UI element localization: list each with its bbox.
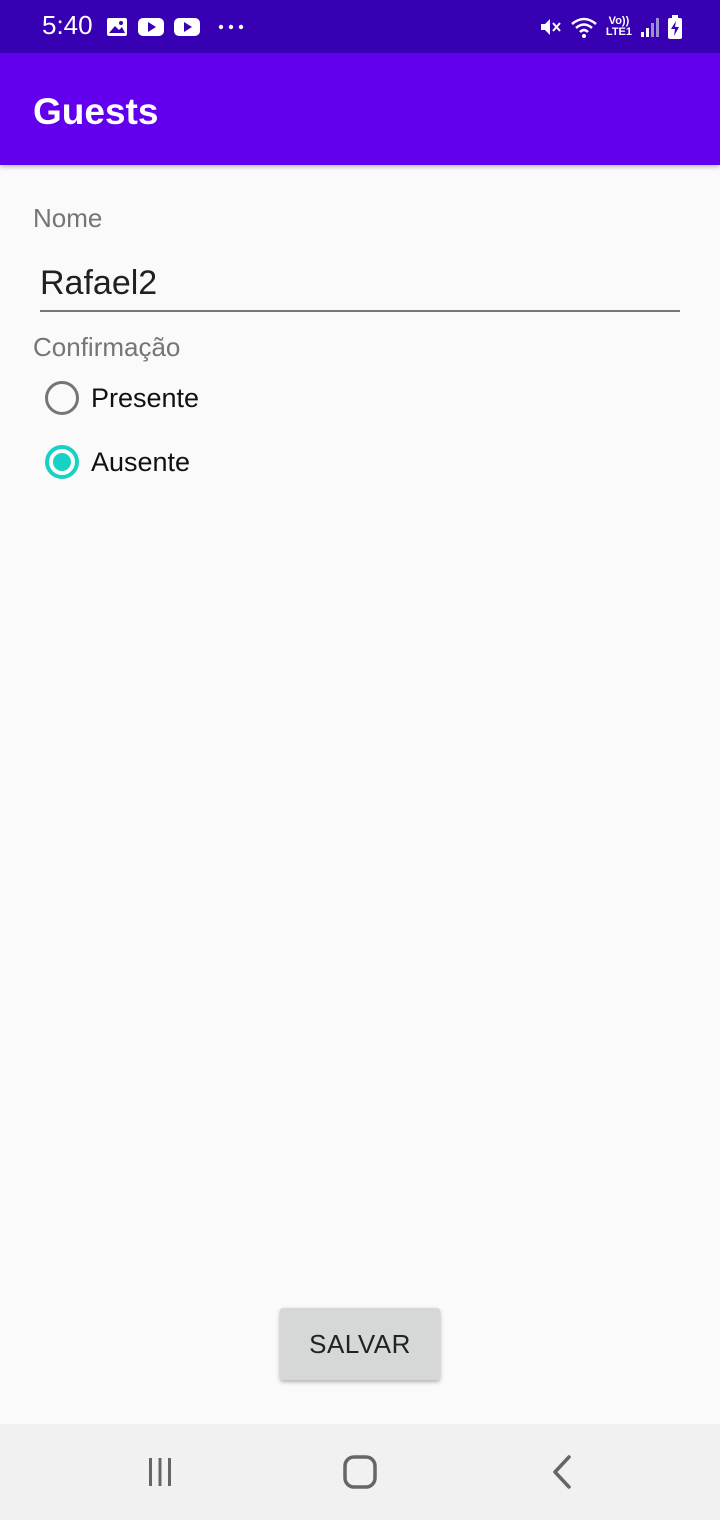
navigation-bar: [0, 1424, 720, 1520]
youtube-icon: [138, 17, 164, 37]
lte-icon: Vo)) LTE1: [605, 15, 632, 38]
image-icon: [106, 17, 128, 37]
radio-unchecked-icon[interactable]: [45, 381, 79, 415]
radio-ausente[interactable]: Ausente: [40, 436, 190, 488]
wifi-icon: [570, 15, 598, 39]
youtube-icon: [174, 17, 200, 37]
radio-presente-label[interactable]: Presente: [91, 383, 199, 414]
battery-charging-icon: [668, 15, 682, 39]
status-bar: 5:40 Vo)) LTE1: [0, 0, 720, 53]
name-label: Nome: [33, 203, 103, 233]
radio-checked-icon[interactable]: [45, 445, 79, 479]
radio-dot: [53, 453, 71, 471]
save-button[interactable]: SALVAR: [280, 1308, 440, 1380]
status-time: 5:40: [42, 10, 93, 40]
confirmation-label: Confirmação: [33, 332, 181, 362]
more-dots-icon: [218, 23, 244, 31]
system-icons: Vo)) LTE1: [538, 12, 682, 42]
name-field[interactable]: Rafael2: [40, 258, 680, 312]
notification-icons: [106, 14, 244, 40]
home-icon[interactable]: [340, 1454, 380, 1490]
app-bar: Guests: [0, 53, 720, 165]
radio-ausente-label[interactable]: Ausente: [91, 447, 190, 478]
radio-presente[interactable]: Presente: [40, 372, 199, 424]
app-title: Guests: [33, 91, 159, 132]
mute-icon: [538, 15, 562, 39]
signal-icon: [640, 16, 660, 38]
back-icon[interactable]: [542, 1454, 582, 1490]
recent-apps-icon[interactable]: [140, 1454, 180, 1490]
name-value[interactable]: Rafael2: [40, 264, 157, 303]
